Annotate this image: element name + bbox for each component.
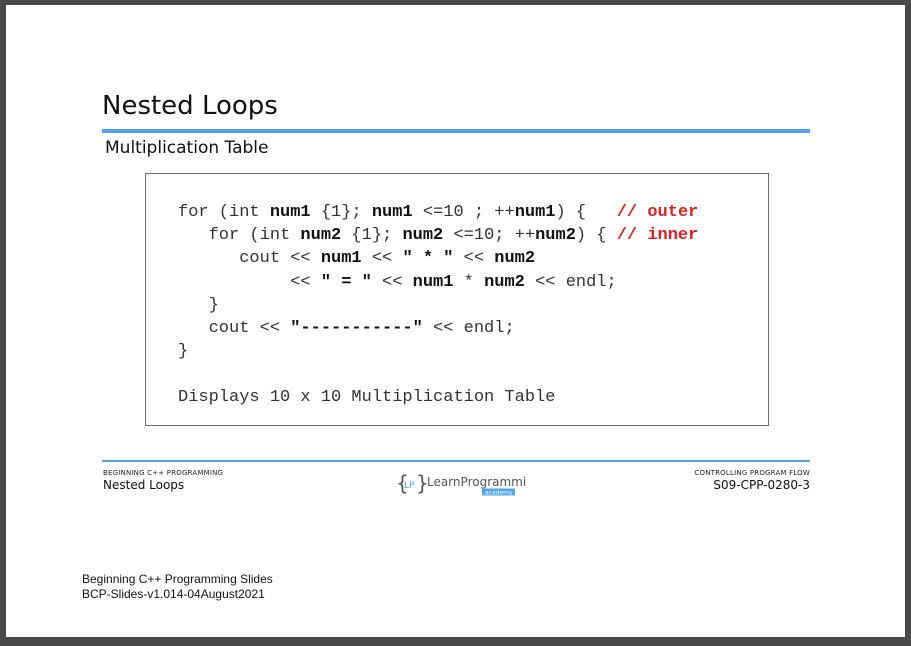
slide-title: Nested Loops [102, 91, 278, 121]
code-var: num2 [535, 226, 576, 246]
code-var: num1 [320, 249, 362, 269]
code-var: num1 [269, 203, 311, 222]
code-text: <=10; ++ [443, 226, 536, 246]
course-name: BEGINNING C++ PROGRAMMING [103, 469, 224, 477]
code-text: {1}; [310, 203, 372, 222]
code-description: Displays 10 x 10 Multiplication Table [178, 388, 556, 407]
code-block: for (int num1 {1}; num1 <=10 ; ++num1) {… [178, 201, 698, 363]
code-box: for (int num1 {1}; num1 <=10 ; ++num1) {… [145, 173, 769, 426]
code-text: <=10 ; ++ [412, 203, 515, 222]
slide-code: S09-CPP-0280-3 [713, 478, 810, 492]
code-var: num2 [300, 226, 342, 246]
code-var: num2 [494, 249, 536, 269]
code-var: num1 [412, 272, 454, 292]
code-line-7: } [178, 342, 189, 362]
code-line-4: << " = " << num1 * num2 << endl; [178, 273, 617, 292]
learnprogramming-logo: { LP } LearnProgramming academy [396, 471, 526, 497]
title-underline [102, 129, 810, 133]
code-text: cout << [178, 319, 291, 339]
code-text: {1}; [341, 226, 403, 246]
section-name: CONTROLLING PROGRAM FLOW [694, 469, 810, 477]
code-var: num1 [371, 203, 413, 222]
code-var: num2 [484, 272, 525, 292]
logo-sub: academy [485, 490, 513, 497]
slide-subtitle: Multiplication Table [105, 138, 269, 158]
code-line-6: cout << "-----------" << endl; [178, 319, 515, 338]
code-text: << [178, 272, 321, 292]
slides-note-version: BCP-Slides-v1.014-04August2021 [82, 587, 265, 601]
logo-mark: LP [404, 481, 415, 491]
slides-note: Beginning C++ Programming Slides BCP-Sli… [82, 572, 273, 602]
code-text: * [453, 272, 485, 292]
code-comment-outer: // outer [616, 203, 699, 222]
slide-page: Nested Loops Multiplication Table for (i… [6, 5, 905, 637]
code-text: << endl; [524, 272, 617, 292]
code-text: for (int [178, 226, 301, 246]
code-line-3: cout << num1 << " * " << num2 [178, 249, 535, 268]
code-text: ) { [575, 226, 617, 246]
footer-rule [102, 460, 810, 462]
code-line-1: for (int num1 {1}; num1 <=10 ; ++num1) {… [178, 203, 698, 222]
code-text: for (int [178, 203, 270, 222]
code-text: << endl; [422, 319, 515, 339]
code-var: num1 [514, 203, 556, 222]
code-string: " * " [402, 249, 454, 269]
code-text: ) { [555, 203, 617, 222]
logo-text: LearnProgramming [427, 475, 526, 489]
code-text: << [371, 272, 413, 292]
slides-note-title: Beginning C++ Programming Slides [82, 572, 273, 586]
code-comment-inner: // inner [616, 226, 699, 246]
code-line-5: } [178, 295, 219, 315]
code-var: num2 [402, 226, 444, 246]
code-line-2: for (int num2 {1}; num2 <=10; ++num2) { … [178, 226, 699, 246]
code-string: "-----------" [290, 319, 423, 339]
code-text: << [361, 249, 403, 269]
code-text: << [453, 249, 495, 269]
code-string: " = " [320, 272, 372, 292]
lecture-name: Nested Loops [103, 478, 185, 492]
code-text: cout << [178, 249, 321, 269]
